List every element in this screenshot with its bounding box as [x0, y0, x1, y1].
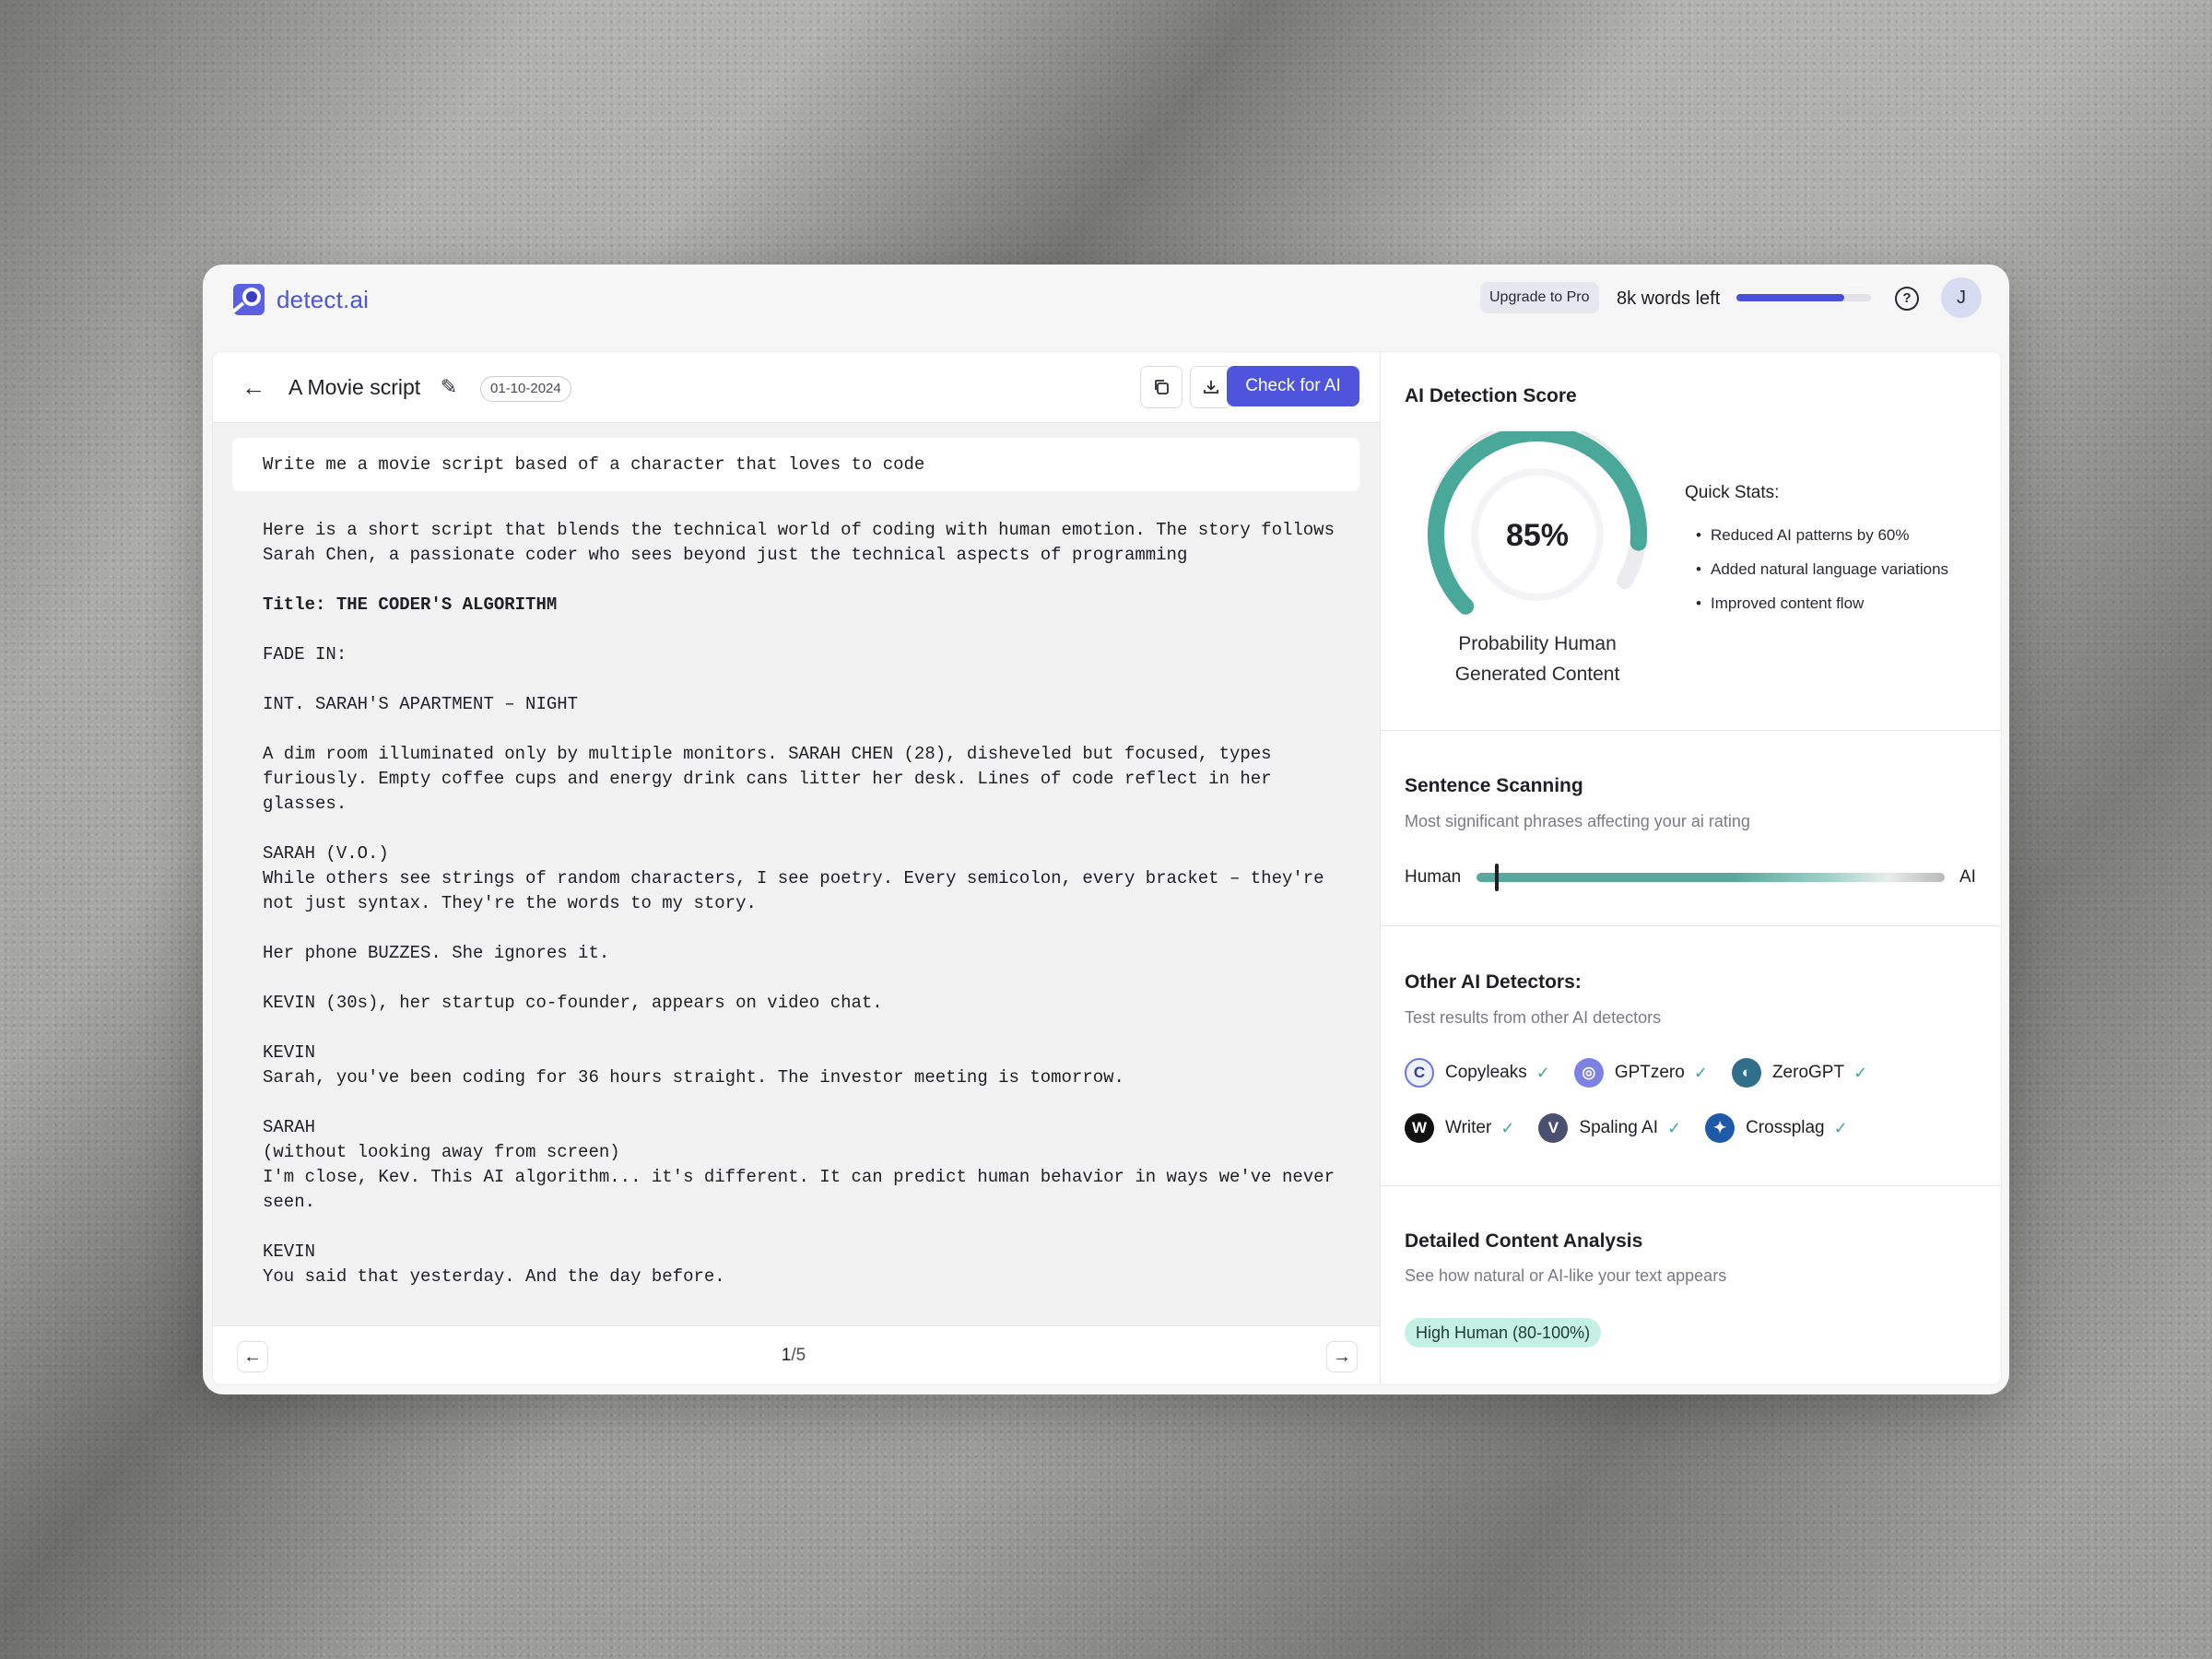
detector-zerogpt[interactable]: ◐ ZeroGPT ✓ — [1731, 1058, 1868, 1088]
slider-ai-label: AI — [1959, 867, 1976, 887]
detector-writer[interactable]: W Writer ✓ — [1405, 1113, 1514, 1143]
analysis-subtitle: See how natural or AI-like your text app… — [1405, 1266, 1727, 1285]
slider-human-label: Human — [1405, 867, 1462, 887]
detectors-row: W Writer ✓ V Spaling AI ✓ ✦ Crossplag ✓ — [1405, 1113, 1872, 1143]
check-icon: ✓ — [1535, 1063, 1550, 1082]
help-circle-icon[interactable]: ? — [1895, 287, 1919, 311]
detectors-section — [1381, 925, 2001, 1186]
script-title: Title: THE CODER'S ALGORITHM — [263, 594, 558, 615]
slider-thumb[interactable] — [1495, 864, 1500, 891]
script-paragraph: KEVIN Sarah, you've been coding for 36 h… — [263, 1042, 1124, 1088]
pagination: ← 1/5 → — [213, 1325, 1380, 1384]
download-icon — [1204, 381, 1218, 394]
spaling-icon: V — [1538, 1113, 1569, 1143]
next-page-button[interactable]: → — [1326, 1341, 1358, 1372]
editor-header: ← A Movie script ✎ 01-10-2024 Check for … — [213, 352, 1380, 423]
quick-stats-title: Quick Stats: — [1685, 483, 1780, 502]
zerogpt-icon: ◐ — [1731, 1058, 1761, 1088]
app-window: detect.ai Upgrade to Pro 8k words left ?… — [203, 265, 2009, 1394]
check-icon: ✓ — [1853, 1063, 1868, 1082]
script-paragraph: FADE IN: — [263, 644, 347, 665]
high-human-badge: High Human (80-100%) — [1405, 1318, 1602, 1347]
detector-name: Writer — [1445, 1118, 1492, 1137]
logo-text: detect.ai — [276, 285, 370, 313]
script-paragraph: A dim room illuminated only by multiple … — [263, 744, 1282, 814]
back-arrow-icon[interactable]: ← — [241, 374, 266, 400]
copy-icon — [1155, 380, 1169, 394]
score-gauge: 85% — [1428, 431, 1648, 615]
script-paragraph: Her phone BUZZES. She ignores it. — [263, 943, 610, 963]
quick-stat-item: Added natural language variations — [1696, 552, 1991, 586]
copy-button[interactable] — [1140, 366, 1182, 408]
script-paragraph: INT. SARAH'S APARTMENT – NIGHT — [263, 694, 579, 714]
script-paragraph: SARAH (without looking away from screen)… — [263, 1117, 1335, 1212]
check-icon: ✓ — [1666, 1118, 1682, 1137]
quick-stat-item: Improved content flow — [1696, 586, 1991, 620]
words-left-fill — [1736, 294, 1844, 301]
scanning-title: Sentence Scanning — [1405, 775, 1583, 796]
script-paragraph: Here is a short script that blends the t… — [263, 520, 1346, 565]
script-paragraph: KEVIN (30s), her startup co-founder, app… — [263, 993, 883, 1013]
detector-gptzero[interactable]: ◎ GPTzero ✓ — [1573, 1058, 1708, 1088]
words-left-bar — [1736, 294, 1871, 301]
crossplag-icon: ✦ — [1705, 1113, 1735, 1143]
avatar[interactable]: J — [1941, 277, 1982, 318]
words-left-label: 8k words left — [1617, 288, 1721, 309]
script-paragraph: SARAH (V.O.) While others see strings of… — [263, 843, 1324, 913]
check-icon: ✓ — [1500, 1118, 1515, 1137]
prompt-box[interactable]: Write me a movie script based of a chara… — [232, 438, 1359, 491]
detector-spaling[interactable]: V Spaling AI ✓ — [1538, 1113, 1681, 1143]
detector-copyleaks[interactable]: C Copyleaks ✓ — [1405, 1058, 1550, 1088]
page-current: 1 — [781, 1346, 792, 1365]
check-icon: ✓ — [1693, 1063, 1708, 1082]
date-badge: 01-10-2024 — [480, 376, 571, 402]
editor-pane: ← A Movie script ✎ 01-10-2024 Check for … — [213, 352, 1381, 1384]
page-indicator: 1/5 — [766, 1343, 821, 1369]
prev-page-button[interactable]: ← — [237, 1341, 268, 1372]
score-title: AI Detection Score — [1405, 385, 1577, 406]
scanning-subtitle: Most significant phrases affecting your … — [1405, 812, 1750, 830]
analysis-title: Detailed Content Analysis — [1405, 1230, 1643, 1252]
detector-name: Copyleaks — [1445, 1063, 1527, 1082]
detectors-title: Other AI Detectors: — [1405, 971, 1582, 993]
scanning-slider[interactable] — [1477, 873, 1945, 882]
top-bar: detect.ai Upgrade to Pro 8k words left ?… — [203, 265, 2009, 351]
upgrade-button[interactable]: Upgrade to Pro — [1480, 282, 1599, 313]
score-caption: Probability Human Generated Content — [1454, 633, 1620, 685]
edit-pencil-icon[interactable]: ✎ — [436, 374, 462, 400]
script-text[interactable]: Here is a short script that blends the t… — [263, 518, 1350, 1311]
detector-name: Crossplag — [1746, 1118, 1825, 1137]
logo-icon — [231, 284, 265, 315]
prompt-text: Write me a movie script based of a chara… — [263, 454, 925, 475]
gptzero-icon: ◎ — [1573, 1058, 1604, 1088]
detector-name: Spaling AI — [1579, 1118, 1658, 1137]
detectors-subtitle: Test results from other AI detectors — [1405, 1008, 1662, 1027]
detector-name: ZeroGPT — [1771, 1063, 1845, 1082]
copyleaks-icon: C — [1405, 1058, 1434, 1088]
writer-icon: W — [1405, 1113, 1434, 1143]
main-panel: ← A Movie script ✎ 01-10-2024 Check for … — [212, 351, 2002, 1385]
arrow-right-icon: → — [1333, 1347, 1351, 1367]
analysis-pane: AI Detection Score 85% Probability Human… — [1381, 352, 2001, 1384]
logo[interactable]: detect.ai — [230, 281, 369, 318]
detector-crossplag[interactable]: ✦ Crossplag ✓ — [1705, 1113, 1848, 1143]
detector-name: GPTzero — [1614, 1063, 1685, 1082]
quick-stats-list: Reduced AI patterns by 60% Added natural… — [1685, 518, 1991, 620]
quick-stat-item: Reduced AI patterns by 60% — [1696, 518, 1991, 552]
script-paragraph: KEVIN You said that yesterday. And the d… — [263, 1241, 725, 1287]
detectors-row: C Copyleaks ✓ ◎ GPTzero ✓ ◐ ZeroGPT ✓ — [1405, 1058, 1891, 1088]
score-section: AI Detection Score 85% Probability Human… — [1381, 352, 2001, 731]
page-total: /5 — [791, 1346, 806, 1365]
check-icon: ✓ — [1833, 1118, 1848, 1137]
score-percent: 85% — [1506, 518, 1569, 553]
check-for-ai-button[interactable]: Check for AI — [1227, 366, 1359, 406]
document-title: A Movie script — [288, 375, 421, 399]
arrow-left-icon: ← — [243, 1347, 262, 1367]
